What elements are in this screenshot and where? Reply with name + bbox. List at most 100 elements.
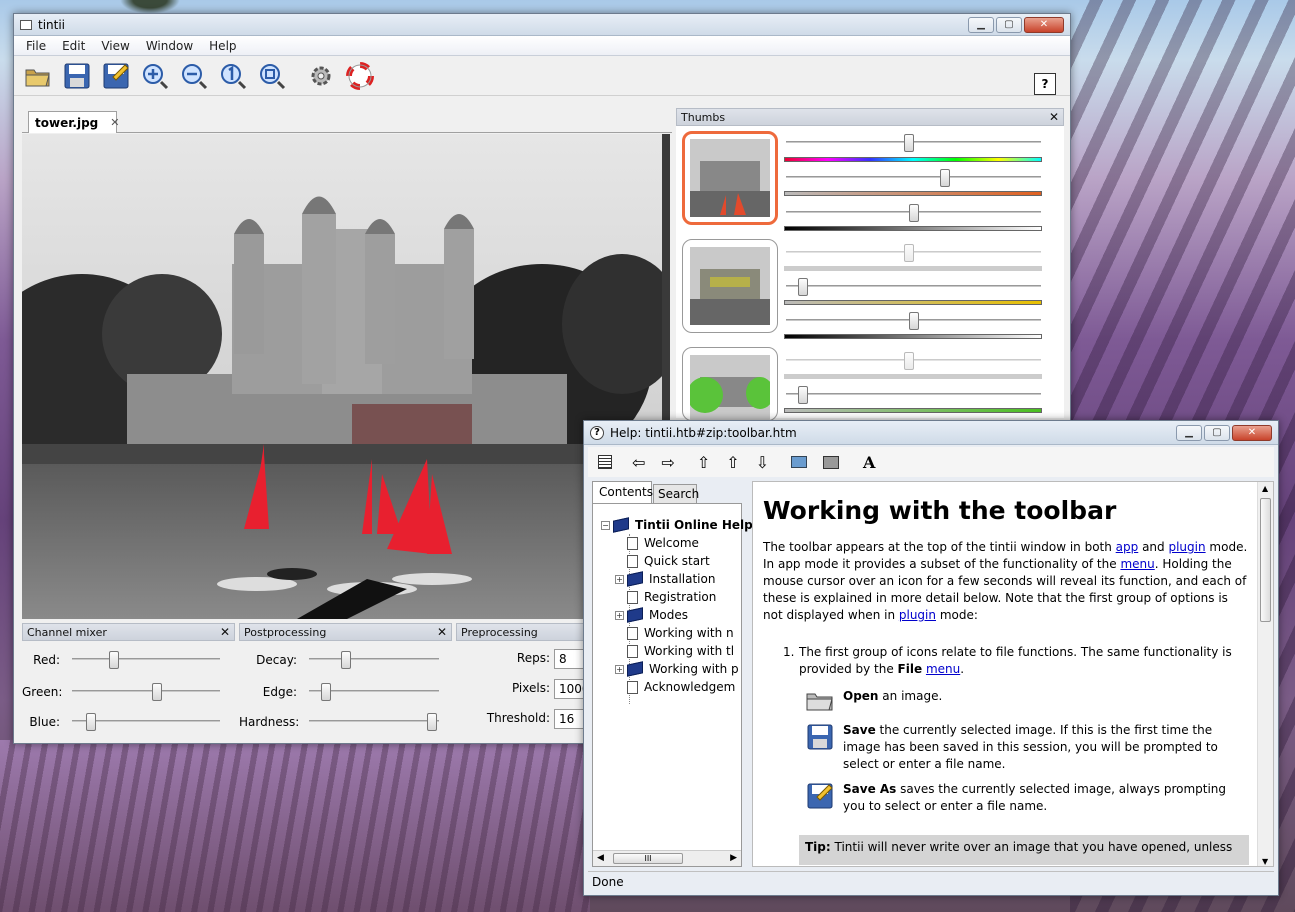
tree-item[interactable]: Working with n	[627, 624, 734, 642]
tab-close-icon[interactable]: ✕	[110, 116, 119, 129]
hue-gradient-bar	[784, 157, 1042, 162]
open-folder-icon[interactable]	[24, 62, 52, 90]
toggle-contents-icon[interactable]	[598, 455, 612, 469]
green-slider[interactable]	[72, 683, 220, 701]
minimize-button[interactable]: ▁	[968, 16, 994, 33]
edge-slider[interactable]	[309, 683, 439, 701]
home-up-icon[interactable]: ⇧	[697, 453, 710, 472]
scroll-left-icon[interactable]: ◀	[597, 853, 604, 863]
page-icon	[627, 626, 638, 640]
close-button[interactable]: ✕	[1024, 16, 1064, 33]
tree-item[interactable]: + Working with p	[615, 660, 739, 678]
print-icon[interactable]	[823, 455, 840, 469]
save-as-icon	[807, 783, 833, 809]
thumb-1[interactable]	[682, 131, 778, 225]
link-app[interactable]: app	[1116, 540, 1139, 554]
save-icon[interactable]	[63, 62, 91, 90]
collapse-icon[interactable]: −	[601, 520, 610, 530]
menu-file[interactable]: File	[18, 39, 54, 53]
tree-item[interactable]: Working with tl	[627, 642, 734, 660]
thumb-2-lightness-bar	[784, 334, 1042, 339]
context-help-button[interactable]: ?	[1034, 73, 1056, 95]
down-arrow-icon[interactable]: ⇩	[756, 453, 769, 472]
blue-slider[interactable]	[72, 713, 220, 731]
zoom-fit-icon[interactable]	[258, 62, 286, 90]
zoom-out-icon[interactable]	[180, 62, 208, 90]
menu-help[interactable]: Help	[201, 39, 244, 53]
tree-item[interactable]: Welcome	[627, 534, 699, 552]
lightness-gradient-bar	[784, 226, 1042, 231]
zoom-actual-icon[interactable]	[219, 62, 247, 90]
save-as-text: saves the currently selected image, alwa…	[843, 782, 1227, 813]
thumb-1-hue-slider[interactable]	[786, 134, 1041, 152]
help-content-scrollbar[interactable]: ▲ ▼	[1257, 482, 1273, 866]
tree-item[interactable]: + Modes	[615, 606, 688, 624]
tree-root[interactable]: − Tintii Online Help	[601, 516, 753, 534]
tip-bold: Tip:	[805, 840, 831, 854]
scroll-right-icon[interactable]: ▶	[730, 853, 737, 863]
thumbs-close-icon[interactable]: ✕	[1049, 110, 1059, 124]
tree-item[interactable]: Quick start	[627, 552, 710, 570]
open-entry: Open an image.	[763, 688, 1249, 716]
tree-item[interactable]: Acknowledgem	[627, 678, 735, 696]
thumb-2-hue-bar	[784, 266, 1042, 271]
contents-tree: − Tintii Online Help Welcome Quick start + I…	[592, 503, 753, 867]
link-file-menu[interactable]: menu	[926, 662, 960, 676]
menu-edit[interactable]: Edit	[54, 39, 93, 53]
tab-search[interactable]: Search	[653, 484, 699, 503]
maximize-button[interactable]: ▢	[996, 16, 1022, 33]
intro-text-1: The toolbar appears at the top of the ti…	[763, 540, 1116, 554]
tab-tower-jpg[interactable]: tower.jpg ✕	[28, 111, 119, 133]
red-label: Red:	[33, 653, 60, 667]
thumb-3-hue-slider[interactable]	[786, 352, 1041, 370]
tree-item[interactable]: + Installation	[615, 570, 715, 588]
decay-slider[interactable]	[309, 651, 439, 669]
forward-arrow-icon[interactable]: ⇨	[661, 453, 674, 472]
thumb-2[interactable]	[682, 239, 778, 333]
thumb-1-lightness-slider[interactable]	[786, 204, 1041, 222]
page-icon	[627, 680, 638, 694]
tab-contents[interactable]: Contents	[592, 481, 653, 503]
thumb-3[interactable]	[682, 347, 778, 421]
thumb-2-lightness-slider[interactable]	[786, 312, 1041, 330]
list-bold-file: File	[897, 662, 923, 676]
thumb-2-saturation-slider[interactable]	[786, 278, 1041, 296]
scroll-up-icon[interactable]: ▲	[1262, 484, 1268, 493]
tree-hscrollbar[interactable]: ◀ III ▶	[593, 850, 741, 866]
vscroll-thumb[interactable]	[1260, 498, 1271, 622]
postprocessing-close-icon[interactable]: ✕	[437, 625, 447, 639]
font-button[interactable]: A	[863, 453, 875, 472]
help-minimize-button[interactable]: ▁	[1176, 424, 1202, 441]
image-canvas[interactable]	[22, 134, 662, 619]
scroll-down-icon[interactable]: ▼	[1262, 857, 1268, 866]
desktop-lavender-foreground	[0, 740, 590, 912]
expand-icon[interactable]: +	[615, 610, 624, 620]
settings-gear-icon[interactable]	[307, 62, 335, 90]
hscroll-thumb[interactable]: III	[613, 853, 683, 864]
help-close-button[interactable]: ✕	[1232, 424, 1272, 441]
up-arrow-icon[interactable]: ⇧	[726, 453, 739, 472]
tree-item-label: Registration	[644, 590, 717, 604]
link-plugin[interactable]: plugin	[1168, 540, 1205, 554]
hardness-slider[interactable]	[309, 713, 439, 731]
back-arrow-icon[interactable]: ⇦	[632, 453, 645, 472]
thumb-2-hue-slider[interactable]	[786, 244, 1041, 262]
link-plugin-2[interactable]: plugin	[899, 608, 936, 622]
help-maximize-button[interactable]: ▢	[1204, 424, 1230, 441]
tip-text: Tintii will never write over an image th…	[830, 840, 1233, 854]
menu-view[interactable]: View	[93, 39, 137, 53]
link-menu[interactable]: menu	[1120, 557, 1154, 571]
save-as-icon[interactable]	[102, 62, 130, 90]
red-slider[interactable]	[72, 651, 220, 669]
thumb-3-saturation-slider[interactable]	[786, 386, 1041, 404]
menu-window[interactable]: Window	[138, 39, 201, 53]
thumb-1-saturation-slider[interactable]	[786, 169, 1041, 187]
expand-icon[interactable]: +	[615, 664, 624, 674]
zoom-in-icon[interactable]	[141, 62, 169, 90]
tab-label: tower.jpg	[35, 115, 99, 130]
expand-icon[interactable]: +	[615, 574, 624, 584]
channel-mixer-close-icon[interactable]: ✕	[220, 625, 230, 639]
help-lifebuoy-icon[interactable]	[346, 61, 374, 90]
open-book-icon[interactable]	[791, 456, 808, 468]
tree-item[interactable]: Registration	[627, 588, 716, 606]
